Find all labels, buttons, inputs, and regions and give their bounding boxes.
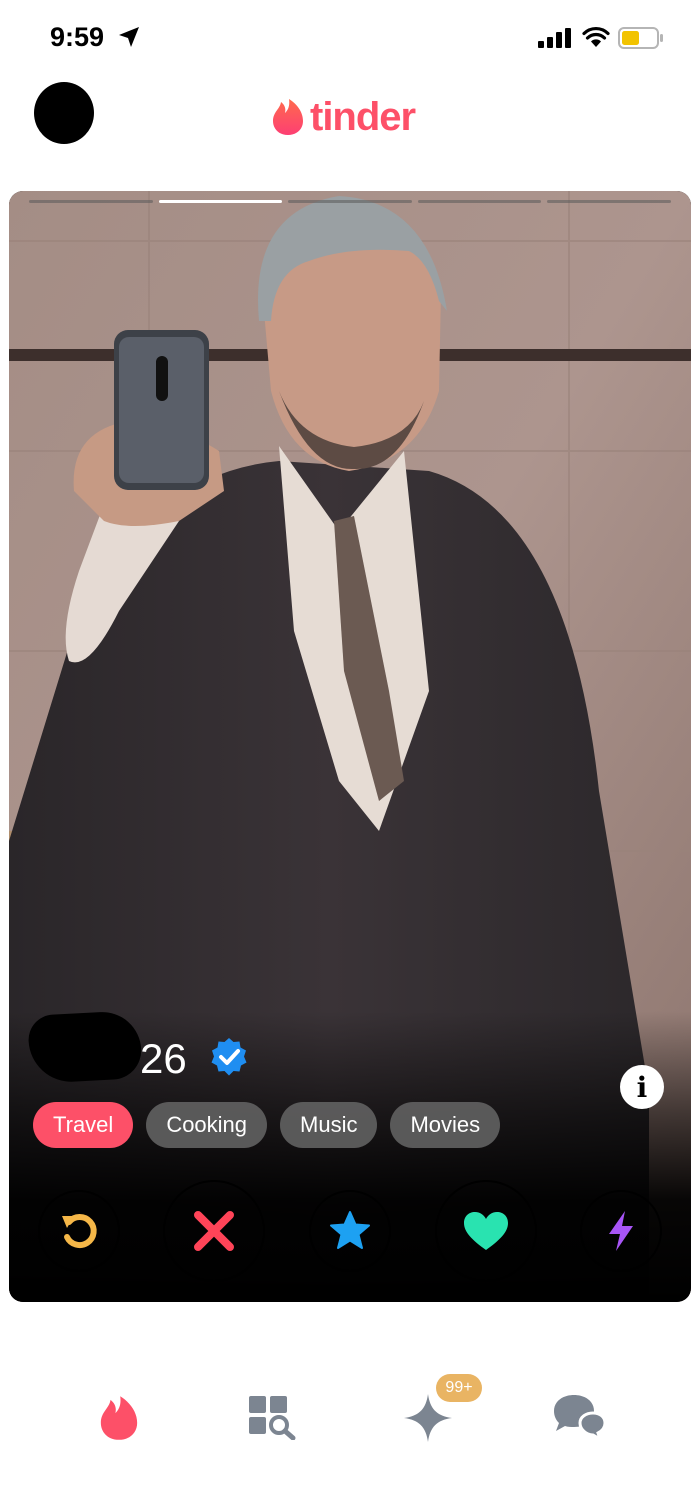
- status-time: 9:59: [50, 22, 105, 52]
- nav-explore[interactable]: [244, 1392, 300, 1442]
- star-icon: [330, 1211, 370, 1249]
- nav-home[interactable]: [96, 1393, 142, 1443]
- profile-age: 26: [140, 1035, 187, 1082]
- bottom-nav: 99+: [0, 1360, 700, 1470]
- like-button[interactable]: [435, 1180, 537, 1282]
- photo-progress-bar: [29, 200, 671, 205]
- interest-chip[interactable]: Music: [280, 1102, 378, 1148]
- photo-progress-segment: [417, 200, 542, 203]
- interest-chip[interactable]: Cooking: [146, 1102, 268, 1148]
- app-logo: tinder: [272, 95, 416, 139]
- location-arrow-icon: [119, 27, 139, 47]
- super-like-button[interactable]: [309, 1190, 391, 1272]
- battery-icon: [618, 27, 663, 49]
- status-bar: 9:59: [0, 0, 700, 80]
- redacted-name: [27, 1010, 143, 1084]
- action-bar: [9, 1179, 691, 1283]
- photo-progress-segment: [288, 200, 412, 203]
- tinder-flame-icon: [100, 1396, 138, 1440]
- close-icon: [194, 1211, 234, 1251]
- photo-progress-segment: [547, 200, 671, 203]
- heart-icon: [464, 1212, 508, 1250]
- lightning-icon: [609, 1211, 633, 1251]
- interest-chips: Travel Cooking Music Movies: [33, 1102, 501, 1148]
- boost-button[interactable]: [580, 1190, 662, 1272]
- photo-progress-segment: [29, 200, 153, 203]
- verified-badge-icon: [211, 1038, 247, 1076]
- nope-button[interactable]: [163, 1180, 265, 1282]
- rewind-button[interactable]: [38, 1190, 120, 1272]
- interest-chip[interactable]: Travel: [33, 1102, 134, 1148]
- photo-progress-segment: [158, 200, 283, 203]
- tinder-flame-icon: [273, 99, 303, 135]
- info-button[interactable]: i: [620, 1065, 664, 1109]
- sparks-badge: 99+: [436, 1374, 482, 1402]
- chat-icon: [554, 1395, 606, 1441]
- wifi-icon: [582, 26, 610, 47]
- explore-icon: [249, 1396, 296, 1440]
- profile-card[interactable]: 26 i Travel Cooking Music Movies: [9, 191, 691, 1302]
- rewind-icon: [62, 1214, 97, 1249]
- nav-messages[interactable]: [548, 1390, 608, 1442]
- interest-chip[interactable]: Movies: [390, 1102, 501, 1148]
- signal-icon: [538, 28, 571, 48]
- brand-name: tinder: [310, 95, 416, 139]
- profile-avatar[interactable]: [34, 82, 94, 144]
